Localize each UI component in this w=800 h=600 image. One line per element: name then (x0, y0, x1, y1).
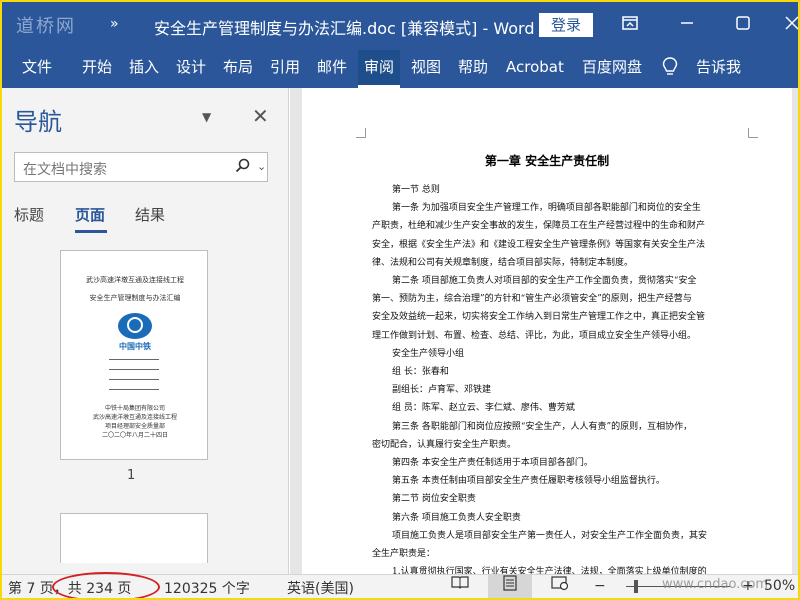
document-line: 第二条 项目部施工负责人对项目部的安全生产工作全面负责，贯彻落实“安全 (392, 276, 697, 286)
document-line: 组 长：张春和 (392, 367, 449, 377)
ribbon-display-icon[interactable] (618, 13, 642, 37)
document-title: 安全生产管理制度与办法汇编.doc [兼容模式] - Word (154, 19, 535, 38)
page-thumbnail[interactable]: 武沙高速洋墩互通及连接线工程 安全生产管理制度与办法汇编 中国中铁 中铁十局集团… (60, 250, 208, 460)
document-line: 第一、预防为主，综合治理”的方针和“管生产必须管安全”的原则，把生产经营与 (372, 294, 692, 305)
tab-insert[interactable]: 插入 (123, 50, 165, 88)
document-line: 副组长：卢育军、邓铁建 (392, 385, 492, 396)
thumbnail-page-number: 1 (127, 468, 136, 483)
screenshot-frame: 道桥网 » 安全生产管理制度与办法汇编.doc [兼容模式] - Word 登录… (0, 0, 800, 600)
document-line: 律、法规和公司有关规章制度，结合项目部实际，特制定本制度。 (372, 257, 634, 268)
document-line: 安全及效益统一起来，切实将安全工作纳入到日常生产管理工作之中，真正把安全管 (372, 312, 706, 323)
close-icon[interactable] (780, 13, 798, 37)
pane-options-icon[interactable]: ▼ (202, 110, 211, 124)
ribbon-tabs: 文件 开始 插入 设计 布局 引用 邮件 审阅 视图 帮助 Acrobat 百度… (2, 50, 798, 88)
document-line: 第二节 岗位安全职责 (392, 494, 476, 505)
navigation-title: 导航 (14, 108, 62, 136)
thumbnail-line: 安全生产管理制度与办法汇编 (89, 294, 181, 302)
zoom-in-button[interactable]: + (742, 578, 754, 594)
company-logo-text: 中国中铁 (119, 342, 151, 351)
document-line: 第五条 本责任制由项目部安全生产责任履职考核领导小组监督执行。 (392, 476, 665, 487)
document-line: 第四条 本安全生产责任制适用于本项目部各部门。 (392, 458, 593, 468)
zoom-out-button[interactable]: − (594, 578, 606, 594)
word-count[interactable]: 120325 个字 (164, 578, 250, 598)
navigation-pane: 导航 ▼ ✕ 在文档中搜索 ⌄ 标题 页面 结果 武沙高速洋墩互通及连接线工程 … (2, 88, 289, 574)
thumbnail-field-line (109, 359, 159, 360)
tab-home[interactable]: 开始 (76, 50, 118, 88)
search-placeholder: 在文档中搜索 (23, 162, 107, 178)
tab-file[interactable]: 文件 (16, 50, 58, 88)
navigation-search-input[interactable]: 在文档中搜索 ⌄ (14, 152, 268, 182)
language[interactable]: 英语(美国) (287, 578, 354, 598)
tab-help[interactable]: 帮助 (452, 50, 494, 88)
annotation-circle (52, 572, 160, 598)
margin-marker (748, 128, 758, 138)
watermark-logo: 道桥网 (16, 16, 76, 37)
zoom-level[interactable]: 50% (764, 578, 795, 594)
document-line: 第一条 为加强项目安全生产管理工作，明确项目部各职能部门和岗位的安全生 (392, 203, 701, 214)
document-line: 密切配合，认真履行安全生产职责。 (372, 439, 517, 450)
tab-references[interactable]: 引用 (264, 50, 306, 88)
thumbnail-line: 二〇二〇年八月二十四日 (101, 432, 168, 439)
tell-me-search[interactable]: 告诉我 (690, 50, 747, 88)
document-line: 第三条 各职能部门和岗位应按照“安全生产，人人有责”的原则，互相协作， (392, 421, 693, 432)
chapter-title: 第一章 安全生产责任制 (484, 154, 610, 168)
chevron-down-icon[interactable]: ⌄ (257, 160, 266, 173)
document-page[interactable]: 第一章 安全生产责任制 第一节 总则第一条 为加强项目安全生产管理工作，明确项目… (302, 88, 792, 577)
tab-acrobat[interactable]: Acrobat (500, 50, 570, 88)
document-line: 全生产职责是： (372, 549, 436, 559)
thumbnail-field-line (109, 379, 159, 380)
web-layout-icon[interactable] (538, 575, 582, 598)
tab-view[interactable]: 视图 (405, 50, 447, 88)
tab-review[interactable]: 审阅 (358, 50, 401, 88)
page-thumbnail[interactable] (60, 513, 208, 563)
margin-marker (356, 128, 366, 138)
thumbnail-line: 项目经理部安全质量部 (104, 423, 165, 430)
document-line: 第六条 项目施工负责人安全职责 (392, 512, 521, 523)
document-area: 第一章 安全生产责任制 第一节 总则第一条 为加强项目安全生产管理工作，明确项目… (290, 88, 798, 577)
nav-tab-results[interactable]: 结果 (135, 204, 165, 225)
thumbnail-field-line (109, 389, 159, 390)
thumbnail-line: 武沙高速洋墩互通及连接线工程 (86, 276, 184, 284)
title-bar: 道桥网 » 安全生产管理制度与办法汇编.doc [兼容模式] - Word 登录 (2, 2, 798, 50)
close-pane-icon[interactable]: ✕ (252, 104, 269, 128)
document-line: 安全，根据《安全生产法》和《建设工程安全生产管理条例》等国家有关安全生产法 (372, 239, 706, 250)
quick-access-more-button[interactable]: » (110, 16, 119, 32)
zoom-slider-thumb[interactable] (634, 580, 638, 593)
maximize-icon[interactable] (731, 13, 755, 37)
thumbnail-line: 中铁十局集团有限公司 (104, 405, 165, 412)
document-line: 项目施工负责人是项目部安全生产第一责任人，对安全生产工作全面负责，其安 (392, 530, 708, 541)
tab-design[interactable]: 设计 (170, 50, 212, 88)
thumbnail-field-line (109, 369, 159, 370)
tab-mailings[interactable]: 邮件 (311, 50, 353, 88)
company-logo-ring (127, 317, 143, 333)
nav-tab-pages[interactable]: 页面 (75, 204, 105, 225)
search-icon[interactable] (235, 158, 250, 177)
document-line: 产职责，杜绝和减少生产安全事故的发生，保障员工在生产经营过程中的生命和财产 (372, 221, 706, 232)
lightbulb-icon[interactable] (662, 56, 682, 80)
tab-baidu-netdisk[interactable]: 百度网盘 (576, 50, 648, 88)
document-line: 组 员：陈军、赵立云、李仁斌、廖伟、曹芳斌 (392, 403, 575, 414)
document-line: 第一节 总则 (392, 185, 440, 195)
print-layout-icon[interactable] (488, 575, 532, 598)
document-line: 理工作做到计划、布置、检查、总结、评比，为此，项目成立安全生产领导小组。 (372, 330, 697, 341)
tab-layout[interactable]: 布局 (217, 50, 259, 88)
status-bar: 第 7 页，共 234 页 120325 个字 英语(美国) − www.cnd… (2, 572, 798, 598)
nav-tab-headings[interactable]: 标题 (14, 204, 44, 225)
active-tab-indicator (75, 230, 107, 233)
login-button[interactable]: 登录 (539, 13, 593, 37)
thumbnail-line: 武沙高速洋墩互通及连接线工程 (92, 414, 177, 421)
read-mode-icon[interactable] (438, 575, 482, 598)
document-line: 安全生产领导小组 (392, 348, 465, 359)
minimize-icon[interactable] (675, 13, 699, 37)
